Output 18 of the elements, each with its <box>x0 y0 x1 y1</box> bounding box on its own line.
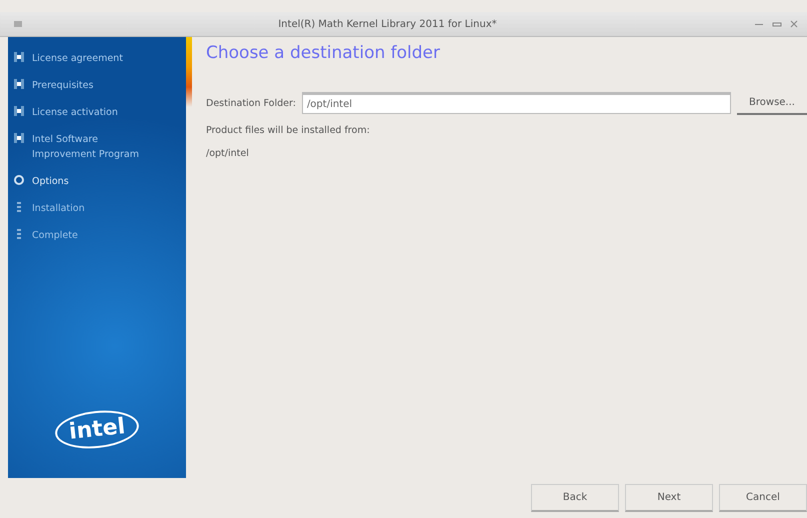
step-label: Complete <box>32 229 78 243</box>
info-text: Product files will be installed from: <box>206 125 371 136</box>
close-icon[interactable] <box>789 20 799 28</box>
wizard-button[interactable]: Next <box>625 484 713 512</box>
destination-field[interactable]: /opt/intel <box>302 92 731 114</box>
step-label: Options <box>32 175 69 189</box>
path-text: /opt/intel <box>206 148 250 159</box>
step-label: License agreement <box>32 52 123 66</box>
wizard-button[interactable]: Back <box>531 484 619 512</box>
wizard-button[interactable]: Cancel <box>719 484 807 512</box>
step-label: Installation <box>32 202 85 216</box>
window-title: Intel(R) Math Kernel Library 2011 for Linux* <box>277 18 498 30</box>
step-label: Intel Software Improvement Program <box>32 133 140 162</box>
maximize-icon[interactable] <box>771 20 783 28</box>
step-label: Prerequisites <box>32 79 94 93</box>
page-title: Choose a destination folder <box>206 43 441 63</box>
field-label: Destination Folder: <box>206 98 296 108</box>
step-label: License activation <box>32 106 118 120</box>
